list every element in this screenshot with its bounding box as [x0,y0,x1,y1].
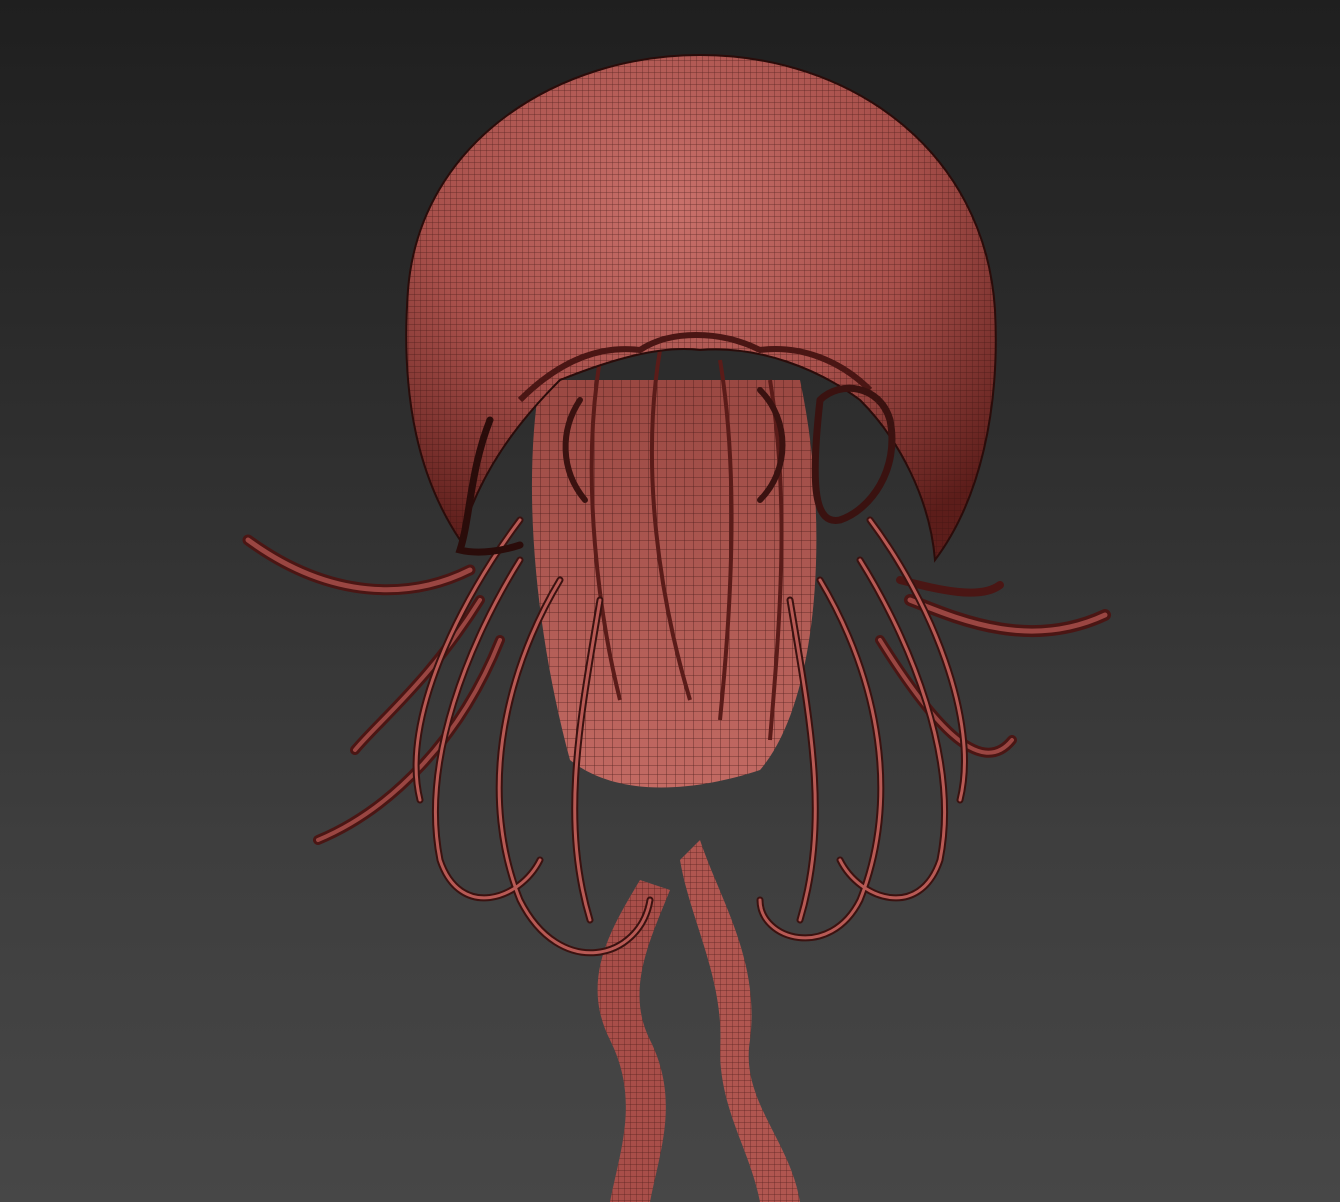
jellyfish-model [242,53,1111,1202]
dangling-arms [597,840,800,1202]
3d-viewport[interactable] [0,0,1340,1202]
